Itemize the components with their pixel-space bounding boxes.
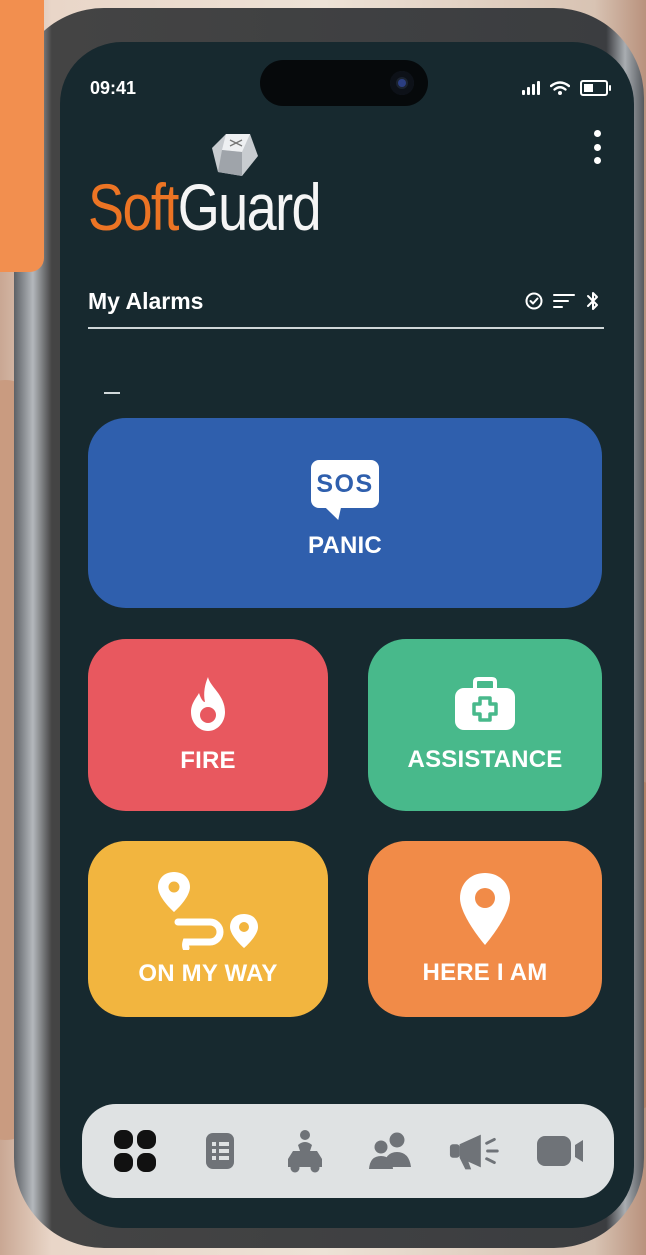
page-title: My Alarms bbox=[88, 288, 204, 314]
filter-icon[interactable] bbox=[552, 291, 576, 311]
bottom-nav bbox=[82, 1104, 614, 1198]
title-icons bbox=[524, 290, 602, 312]
logo-guard: Guard bbox=[177, 170, 322, 244]
more-options-icon[interactable] bbox=[592, 130, 602, 164]
megaphone-icon bbox=[449, 1134, 499, 1170]
nav-grid[interactable] bbox=[107, 1123, 163, 1179]
first-aid-kit-icon bbox=[455, 677, 515, 730]
video-camera-icon bbox=[537, 1136, 584, 1166]
list-icon bbox=[205, 1133, 234, 1169]
here-i-am-label: HERE I AM bbox=[422, 959, 548, 986]
here-i-am-button[interactable]: HERE I AM bbox=[368, 841, 602, 1017]
signal-icon bbox=[522, 81, 540, 95]
on-my-way-label: ON MY WAY bbox=[138, 960, 278, 987]
softguard-logo: SoftGuard bbox=[88, 174, 322, 240]
dynamic-island bbox=[260, 60, 428, 106]
check-circle-icon[interactable] bbox=[524, 291, 544, 311]
panic-label: PANIC bbox=[308, 532, 382, 559]
contacts-icon bbox=[368, 1132, 411, 1169]
wifi-icon bbox=[550, 81, 570, 95]
title-divider bbox=[88, 327, 604, 329]
status-icons bbox=[522, 80, 611, 96]
app-screen: 09:41 SoftGuard My Alarms SOS PANIC FIRE… bbox=[60, 42, 634, 1228]
decorative-orange-block bbox=[0, 0, 44, 272]
assistance-button[interactable]: ASSISTANCE bbox=[368, 639, 602, 811]
on-my-way-button[interactable]: ON MY WAY bbox=[88, 841, 328, 1017]
nav-megaphone[interactable] bbox=[448, 1123, 504, 1179]
logo-soft: Soft bbox=[88, 170, 179, 244]
flame-icon bbox=[191, 677, 225, 731]
phone-frame: 09:41 SoftGuard My Alarms SOS PANIC FIRE… bbox=[14, 8, 644, 1248]
bluetooth-icon[interactable] bbox=[584, 290, 602, 312]
status-time: 09:41 bbox=[90, 78, 137, 98]
map-pin-icon bbox=[460, 873, 510, 945]
fire-label: FIRE bbox=[180, 747, 236, 774]
camera-icon bbox=[390, 71, 414, 95]
nav-contacts[interactable] bbox=[363, 1123, 419, 1179]
panic-button[interactable]: SOS PANIC bbox=[88, 418, 602, 608]
grid-icon bbox=[113, 1130, 156, 1172]
car-person-icon bbox=[288, 1130, 323, 1173]
sos-text: SOS bbox=[316, 469, 374, 498]
route-icon bbox=[158, 872, 258, 950]
assistance-label: ASSISTANCE bbox=[407, 746, 563, 773]
nav-car-person[interactable] bbox=[277, 1123, 333, 1179]
loading-dash bbox=[104, 392, 120, 394]
battery-icon bbox=[580, 80, 611, 96]
sos-bubble-icon: SOS bbox=[311, 460, 379, 520]
fire-button[interactable]: FIRE bbox=[88, 639, 328, 811]
nav-list[interactable] bbox=[192, 1123, 248, 1179]
nav-video[interactable] bbox=[533, 1123, 589, 1179]
